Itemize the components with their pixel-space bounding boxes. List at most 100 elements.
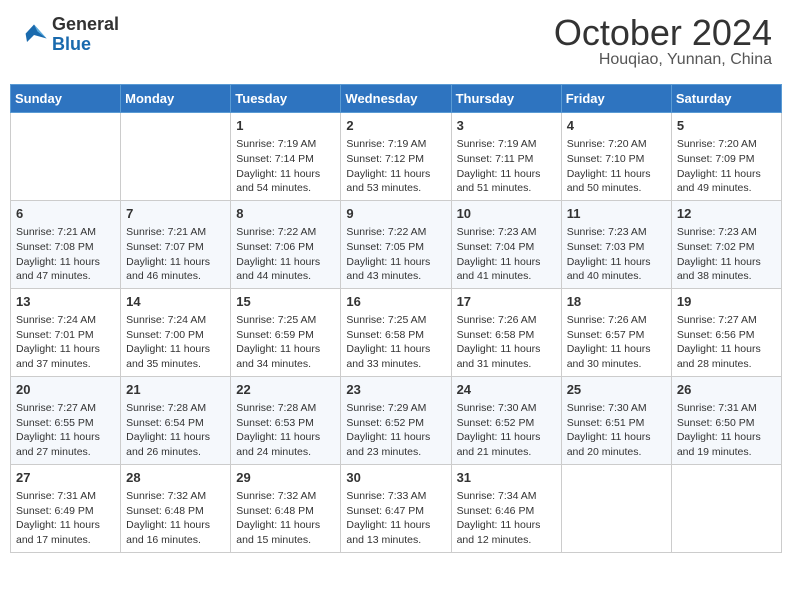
cell-info: Sunrise: 7:26 AMSunset: 6:58 PMDaylight:… (457, 313, 556, 372)
calendar-cell: 16 Sunrise: 7:25 AMSunset: 6:58 PMDayligh… (341, 288, 451, 376)
cell-info: Sunrise: 7:32 AMSunset: 6:48 PMDaylight:… (236, 489, 335, 548)
calendar-cell: 26 Sunrise: 7:31 AMSunset: 6:50 PMDayligh… (671, 376, 781, 464)
calendar-cell: 7Sunrise: 7:21 AMSunset: 7:07 PMDaylight… (121, 200, 231, 288)
calendar-cell: 29 Sunrise: 7:32 AMSunset: 6:48 PMDayligh… (231, 464, 341, 552)
cell-info: Sunrise: 7:27 AMSunset: 6:56 PMDaylight:… (677, 313, 776, 372)
cell-info: Sunrise: 7:31 AMSunset: 6:50 PMDaylight:… (677, 401, 776, 460)
cell-day-number: 24 (457, 381, 556, 399)
cell-day-number: 29 (236, 469, 335, 487)
cell-day-number: 27 (16, 469, 115, 487)
calendar-cell: 17 Sunrise: 7:26 AMSunset: 6:58 PMDayligh… (451, 288, 561, 376)
page-header: General Blue October 2024 Houqiao, Yunna… (10, 10, 782, 74)
cell-info: Sunrise: 7:21 AMSunset: 7:07 PMDaylight:… (126, 225, 225, 284)
calendar-cell: 4 Sunrise: 7:20 AMSunset: 7:10 PMDaylight… (561, 113, 671, 201)
calendar-week-row: 20 Sunrise: 7:27 AMSunset: 6:55 PMDayligh… (11, 376, 782, 464)
cell-info: Sunrise: 7:28 AMSunset: 6:53 PMDaylight:… (236, 401, 335, 460)
calendar-cell: 25 Sunrise: 7:30 AMSunset: 6:51 PMDayligh… (561, 376, 671, 464)
calendar-cell: 18Sunrise: 7:26 AMSunset: 6:57 PMDayligh… (561, 288, 671, 376)
cell-day-number: 23 (346, 381, 445, 399)
cell-info: Sunrise: 7:28 AMSunset: 6:54 PMDaylight:… (126, 401, 225, 460)
cell-day-number: 16 (346, 293, 445, 311)
calendar-cell: 14Sunrise: 7:24 AMSunset: 7:00 PMDayligh… (121, 288, 231, 376)
calendar-week-row: 6 Sunrise: 7:21 AMSunset: 7:08 PMDaylight… (11, 200, 782, 288)
calendar-cell: 27 Sunrise: 7:31 AMSunset: 6:49 PMDayligh… (11, 464, 121, 552)
title-block: October 2024 Houqiao, Yunnan, China (554, 15, 772, 69)
calendar-table: SundayMondayTuesdayWednesdayThursdayFrid… (10, 84, 782, 553)
calendar-cell: 5Sunrise: 7:20 AMSunset: 7:09 PMDaylight… (671, 113, 781, 201)
calendar-cell: 20 Sunrise: 7:27 AMSunset: 6:55 PMDayligh… (11, 376, 121, 464)
cell-info: Sunrise: 7:21 AMSunset: 7:08 PMDaylight:… (16, 225, 115, 284)
cell-info: Sunrise: 7:23 AMSunset: 7:02 PMDaylight:… (677, 225, 776, 284)
cell-info: Sunrise: 7:27 AMSunset: 6:55 PMDaylight:… (16, 401, 115, 460)
cell-info: Sunrise: 7:30 AMSunset: 6:51 PMDaylight:… (567, 401, 666, 460)
logo-text: General Blue (52, 15, 119, 55)
calendar-header-row: SundayMondayTuesdayWednesdayThursdayFrid… (11, 85, 782, 113)
cell-day-number: 19 (677, 293, 776, 311)
calendar-header-cell: Friday (561, 85, 671, 113)
calendar-header-cell: Sunday (11, 85, 121, 113)
calendar-cell (671, 464, 781, 552)
calendar-week-row: 27 Sunrise: 7:31 AMSunset: 6:49 PMDayligh… (11, 464, 782, 552)
cell-info: Sunrise: 7:32 AMSunset: 6:48 PMDaylight:… (126, 489, 225, 548)
calendar-cell: 31 Sunrise: 7:34 AMSunset: 6:46 PMDayligh… (451, 464, 561, 552)
calendar-cell: 15 Sunrise: 7:25 AMSunset: 6:59 PMDayligh… (231, 288, 341, 376)
cell-info: Sunrise: 7:19 AMSunset: 7:11 PMDaylight:… (457, 137, 556, 196)
calendar-cell: 11Sunrise: 7:23 AMSunset: 7:03 PMDayligh… (561, 200, 671, 288)
calendar-cell: 1 Sunrise: 7:19 AMSunset: 7:14 PMDaylight… (231, 113, 341, 201)
calendar-cell (121, 113, 231, 201)
calendar-header-cell: Monday (121, 85, 231, 113)
calendar-cell: 19 Sunrise: 7:27 AMSunset: 6:56 PMDayligh… (671, 288, 781, 376)
calendar-cell: 9 Sunrise: 7:22 AMSunset: 7:05 PMDaylight… (341, 200, 451, 288)
cell-info: Sunrise: 7:26 AMSunset: 6:57 PMDaylight:… (567, 313, 666, 372)
cell-info: Sunrise: 7:22 AMSunset: 7:06 PMDaylight:… (236, 225, 335, 284)
cell-info: Sunrise: 7:22 AMSunset: 7:05 PMDaylight:… (346, 225, 445, 284)
calendar-body: 1 Sunrise: 7:19 AMSunset: 7:14 PMDaylight… (11, 113, 782, 553)
cell-day-number: 14 (126, 293, 225, 311)
cell-day-number: 2 (346, 117, 445, 135)
cell-day-number: 13 (16, 293, 115, 311)
calendar-cell: 2 Sunrise: 7:19 AMSunset: 7:12 PMDaylight… (341, 113, 451, 201)
calendar-cell: 21Sunrise: 7:28 AMSunset: 6:54 PMDayligh… (121, 376, 231, 464)
calendar-cell: 8Sunrise: 7:22 AMSunset: 7:06 PMDaylight… (231, 200, 341, 288)
cell-day-number: 15 (236, 293, 335, 311)
cell-day-number: 28 (126, 469, 225, 487)
cell-info: Sunrise: 7:25 AMSunset: 6:58 PMDaylight:… (346, 313, 445, 372)
cell-day-number: 9 (346, 205, 445, 223)
calendar-week-row: 1 Sunrise: 7:19 AMSunset: 7:14 PMDaylight… (11, 113, 782, 201)
calendar-cell: 23 Sunrise: 7:29 AMSunset: 6:52 PMDayligh… (341, 376, 451, 464)
cell-info: Sunrise: 7:33 AMSunset: 6:47 PMDaylight:… (346, 489, 445, 548)
calendar-cell: 24Sunrise: 7:30 AMSunset: 6:52 PMDayligh… (451, 376, 561, 464)
calendar-cell: 10Sunrise: 7:23 AMSunset: 7:04 PMDayligh… (451, 200, 561, 288)
cell-info: Sunrise: 7:19 AMSunset: 7:12 PMDaylight:… (346, 137, 445, 196)
cell-info: Sunrise: 7:29 AMSunset: 6:52 PMDaylight:… (346, 401, 445, 460)
cell-day-number: 25 (567, 381, 666, 399)
cell-day-number: 1 (236, 117, 335, 135)
cell-day-number: 6 (16, 205, 115, 223)
logo-general: General (52, 15, 119, 35)
cell-day-number: 26 (677, 381, 776, 399)
cell-day-number: 3 (457, 117, 556, 135)
cell-day-number: 30 (346, 469, 445, 487)
logo: General Blue (20, 15, 119, 55)
cell-info: Sunrise: 7:19 AMSunset: 7:14 PMDaylight:… (236, 137, 335, 196)
cell-day-number: 31 (457, 469, 556, 487)
cell-info: Sunrise: 7:25 AMSunset: 6:59 PMDaylight:… (236, 313, 335, 372)
cell-day-number: 17 (457, 293, 556, 311)
cell-info: Sunrise: 7:23 AMSunset: 7:04 PMDaylight:… (457, 225, 556, 284)
cell-info: Sunrise: 7:31 AMSunset: 6:49 PMDaylight:… (16, 489, 115, 548)
cell-day-number: 5 (677, 117, 776, 135)
cell-day-number: 11 (567, 205, 666, 223)
cell-info: Sunrise: 7:20 AMSunset: 7:10 PMDaylight:… (567, 137, 666, 196)
calendar-header-cell: Thursday (451, 85, 561, 113)
calendar-week-row: 13Sunrise: 7:24 AMSunset: 7:01 PMDayligh… (11, 288, 782, 376)
calendar-header-cell: Wednesday (341, 85, 451, 113)
calendar-cell: 3 Sunrise: 7:19 AMSunset: 7:11 PMDaylight… (451, 113, 561, 201)
cell-info: Sunrise: 7:34 AMSunset: 6:46 PMDaylight:… (457, 489, 556, 548)
calendar-cell (561, 464, 671, 552)
calendar-cell: 6 Sunrise: 7:21 AMSunset: 7:08 PMDaylight… (11, 200, 121, 288)
calendar-cell (11, 113, 121, 201)
cell-day-number: 20 (16, 381, 115, 399)
cell-day-number: 4 (567, 117, 666, 135)
calendar-cell: 28 Sunrise: 7:32 AMSunset: 6:48 PMDayligh… (121, 464, 231, 552)
calendar-cell: 12Sunrise: 7:23 AMSunset: 7:02 PMDayligh… (671, 200, 781, 288)
